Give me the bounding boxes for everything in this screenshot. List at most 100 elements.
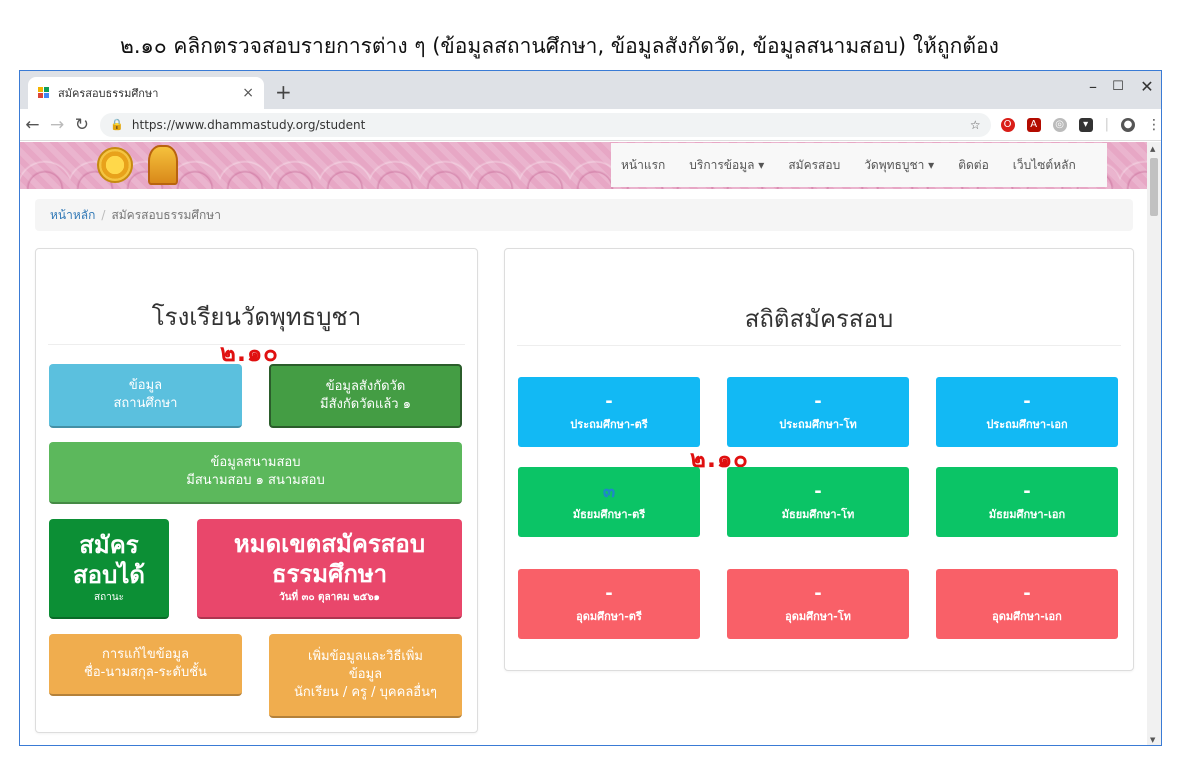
tab-close-icon[interactable]: × (242, 85, 254, 101)
breadcrumb: หน้าหลัก / สมัครสอบธรรมศึกษา (35, 199, 1133, 231)
breadcrumb-home[interactable]: หน้าหลัก (50, 206, 95, 225)
temple-affiliation-label-1: ข้อมูลสังกัดวัด (325, 379, 406, 394)
exam-venue-button[interactable]: ข้อมูลสนามสอบ มีสนามสอบ ๑ สนามสอบ (49, 442, 462, 504)
browser-window: สมัครสอบธรรมศึกษา × + – ☐ ✕ ← → ↻ 🔒 http… (19, 70, 1162, 746)
instruction-caption: ๒.๑๐ คลิกตรวจสอบรายการต่าง ๆ (ข้อมูลสถาน… (120, 34, 999, 58)
new-tab-button[interactable]: + (275, 80, 292, 104)
dhamma-wheel-logo[interactable] (97, 147, 133, 183)
stat-value: - (814, 391, 822, 412)
breadcrumb-current: สมัครสอบธรรมศึกษา (111, 207, 221, 222)
stat-value: - (1023, 583, 1031, 604)
school-info-button[interactable]: ข้อมูล สถานศึกษา (49, 364, 242, 428)
profile-avatar-icon[interactable]: ● (1121, 117, 1135, 132)
reload-icon[interactable]: ↻ (69, 115, 94, 135)
emblem-logo[interactable] (148, 145, 178, 185)
nav-item-temple[interactable]: วัดพุทธบูชา ▾ (864, 156, 934, 175)
web-page: หน้าแรก บริการข้อมูล ▾ สมัครสอบ วัดพุทธบ… (20, 142, 1148, 745)
nav-item-register[interactable]: สมัครสอบ (788, 156, 840, 175)
stat-label: มัธยมศึกษา-โท (781, 508, 855, 521)
add-info-button[interactable]: เพิ่มข้อมูลและวิธีเพิ่ม ข้อมูล นักเรียน … (269, 634, 462, 718)
more-menu-icon[interactable]: ⋮ (1147, 117, 1161, 133)
stat-label: ประถมศึกษา-โท (779, 418, 857, 431)
stat-card[interactable]: - อุดมศึกษา-ตรี (518, 569, 700, 639)
temple-affiliation-label-2: มีสังกัดวัดแล้ว ๑ (320, 397, 411, 412)
temple-affiliation-button[interactable]: ข้อมูลสังกัดวัด มีสังกัดวัดแล้ว ๑ (269, 364, 462, 428)
back-arrow-icon[interactable]: ← (20, 115, 45, 135)
scrollbar-thumb[interactable] (1150, 158, 1158, 216)
stat-label: มัธยมศึกษา-ตรี (572, 508, 646, 521)
nav-item-contact[interactable]: ติดต่อ (958, 156, 989, 175)
site-favicon-icon (38, 87, 50, 99)
stat-label: อุดมศึกษา-เอก (992, 610, 1062, 623)
edit-info-label-1: การแก้ไขข้อมูล (101, 647, 190, 662)
stat-value: - (605, 391, 613, 412)
stat-card[interactable]: - ประถมศึกษา-ตรี (518, 377, 700, 447)
deadline-line-1: หมดเขตสมัครสอบ (233, 530, 426, 558)
add-info-label-2: ข้อมูล (348, 667, 383, 682)
school-info-label-1: ข้อมูล (128, 378, 163, 393)
stat-card[interactable]: - มัธยมศึกษา-เอก (936, 467, 1118, 537)
stats-divider (517, 345, 1121, 346)
nav-item-main-site[interactable]: เว็บไซต์หลัก (1013, 156, 1076, 175)
stat-card[interactable]: - ประถมศึกษา-เอก (936, 377, 1118, 447)
status-subtitle: สถานะ (94, 592, 124, 603)
pdf-extension-icon[interactable]: A (1026, 117, 1041, 132)
disabled-extension-icon[interactable]: ◎ (1052, 117, 1067, 132)
deadline-line-2: ธรรมศึกษา (271, 560, 388, 588)
top-navigation: หน้าแรก บริการข้อมูล ▾ สมัครสอบ วัดพุทธบ… (611, 143, 1107, 187)
stat-card[interactable]: ๓ มัธยมศึกษา-ตรี (518, 467, 700, 537)
scroll-down-icon[interactable]: ▼ (1150, 736, 1155, 744)
maximize-button[interactable]: ☐ (1108, 79, 1128, 94)
edit-info-button[interactable]: การแก้ไขข้อมูล ชื่อ-นามสกุล-ระดับชั้น (49, 634, 242, 696)
stat-value: - (814, 583, 822, 604)
stat-label: อุดมศึกษา-ตรี (576, 610, 642, 623)
lock-icon: 🔒 (110, 118, 124, 131)
add-info-label-1: เพิ่มข้อมูลและวิธีเพิ่ม (308, 649, 423, 664)
stat-card[interactable]: - อุดมศึกษา-โท (727, 569, 909, 639)
stat-value: ๓ (602, 481, 616, 502)
status-line-1: สมัคร (79, 531, 139, 559)
url-field[interactable]: 🔒 https://www.dhammastudy.org/student ☆ (100, 112, 991, 137)
statistics-panel: สถิติสมัครสอบ ๒.๑๐ - ประถมศึกษา-ตรี - ปร… (504, 248, 1134, 671)
exam-venue-label-2: มีสนามสอบ ๑ สนามสอบ (186, 473, 325, 488)
stat-label: ประถมศึกษา-ตรี (570, 418, 648, 431)
stat-card[interactable]: - ประถมศึกษา-โท (727, 377, 909, 447)
extension-icons: O A ◎ ▾ | ● ⋮ (1000, 117, 1161, 133)
stat-card[interactable]: - มัธยมศึกษา-โท (727, 467, 909, 537)
minimize-button[interactable]: – (1083, 77, 1103, 96)
stat-card[interactable]: - อุดมศึกษา-เอก (936, 569, 1118, 639)
deadline-box: หมดเขตสมัครสอบ ธรรมศึกษา วันที่ ๓๐ ตุลาค… (197, 519, 462, 619)
url-text: https://www.dhammastudy.org/student (131, 117, 366, 132)
browser-tab[interactable]: สมัครสอบธรรมศึกษา × (28, 77, 264, 109)
tab-title: สมัครสอบธรรมศึกษา (58, 87, 159, 100)
opera-extension-icon[interactable]: O (1000, 117, 1015, 132)
site-header: หน้าแรก บริการข้อมูล ▾ สมัครสอบ วัดพุทธบ… (20, 142, 1148, 189)
forward-arrow-icon[interactable]: → (45, 115, 70, 135)
stat-value: - (605, 583, 613, 604)
page-scrollbar[interactable]: ▲ ▼ (1147, 142, 1161, 745)
add-info-label-3: นักเรียน / ครู / บุคคลอื่นๆ (294, 685, 437, 700)
stat-value: - (1023, 481, 1031, 502)
scroll-up-icon[interactable]: ▲ (1150, 145, 1155, 153)
stat-value: - (1023, 391, 1031, 412)
stat-label: อุดมศึกษา-โท (785, 610, 851, 623)
deadline-date: วันที่ ๓๐ ตุลาคม ๒๕๖๑ (279, 592, 380, 603)
school-info-label-2: สถานศึกษา (113, 396, 178, 411)
school-panel: โรงเรียนวัดพุทธบูชา ๒.๑๐ ข้อมูล สถานศึกษ… (35, 248, 478, 733)
stat-label: ประถมศึกษา-เอก (986, 418, 1068, 431)
registration-status-box: สมัคร สอบได้ สถานะ (49, 519, 169, 619)
close-window-button[interactable]: ✕ (1137, 77, 1157, 96)
edit-info-label-2: ชื่อ-นามสกุล-ระดับชั้น (84, 665, 207, 680)
status-line-2: สอบได้ (73, 561, 145, 589)
address-bar-row: ← → ↻ 🔒 https://www.dhammastudy.org/stud… (20, 109, 1161, 141)
school-title: โรงเรียนวัดพุทธบูชา (151, 303, 362, 331)
stat-label: มัธยมศึกษา-เอก (988, 508, 1066, 521)
pocket-extension-icon[interactable]: ▾ (1078, 117, 1093, 132)
stat-value: - (814, 481, 822, 502)
exam-venue-label-1: ข้อมูลสนามสอบ (210, 455, 301, 470)
bookmark-star-icon[interactable]: ☆ (970, 118, 981, 132)
nav-item-home[interactable]: หน้าแรก (621, 156, 665, 175)
breadcrumb-separator: / (101, 208, 106, 222)
statistics-title: สถิติสมัครสอบ (744, 305, 894, 333)
nav-item-services[interactable]: บริการข้อมูล ▾ (689, 156, 764, 175)
